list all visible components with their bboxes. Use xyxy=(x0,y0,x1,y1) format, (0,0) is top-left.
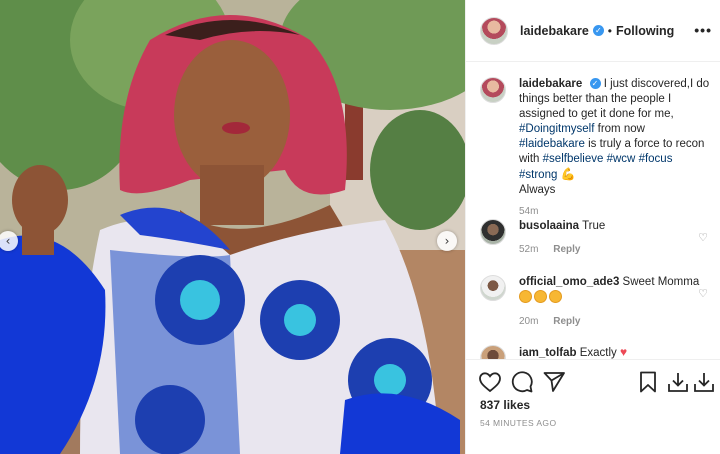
chevron-left-icon: ‹ xyxy=(5,234,11,248)
caption-text-4: Always xyxy=(519,184,556,196)
more-options-button[interactable]: ••• xyxy=(694,22,712,38)
caption-text-2: from now xyxy=(597,123,645,135)
comment-body: True xyxy=(582,220,606,232)
red-heart-emoji-icon: ♥ xyxy=(620,345,628,359)
next-photo-button[interactable]: › xyxy=(437,231,457,251)
flexed-biceps-emoji-icon: 💪 xyxy=(560,167,576,181)
comment-username[interactable]: busolaaina xyxy=(519,220,579,232)
header-separator: • xyxy=(607,23,612,38)
commenter-avatar[interactable] xyxy=(480,345,506,359)
comment-item: busolaaina True 52m Reply ♡ xyxy=(480,219,712,255)
hashtag-link[interactable]: #laidebakare xyxy=(519,138,585,150)
comment-item: official_omo_ade3 Sweet Momma 20m Reply … xyxy=(480,275,712,327)
post-sidebar: laidebakare ✓ • Following ••• laidebakar… xyxy=(465,0,720,454)
caption-time[interactable]: 54m xyxy=(519,206,538,217)
comment-body: Sweet Momma xyxy=(622,276,700,288)
following-button[interactable]: Following xyxy=(616,24,674,38)
caption-text: laidebakare ✓ I just discovered,I do thi… xyxy=(519,77,712,198)
author-username[interactable]: laidebakare xyxy=(520,24,589,38)
caption-avatar[interactable] xyxy=(480,77,506,103)
hashtag-link[interactable]: #selfbelieve xyxy=(543,153,604,165)
comment-meta: 20m Reply xyxy=(519,316,712,327)
verified-badge-icon: ✓ xyxy=(592,25,604,36)
heart-icon[interactable] xyxy=(478,370,502,394)
verified-badge-icon: ✓ xyxy=(589,78,601,89)
hashtag-link[interactable]: #wcw xyxy=(607,153,636,165)
hashtag-link[interactable]: #focus xyxy=(639,153,673,165)
likes-count[interactable]: 837 likes xyxy=(480,398,530,412)
author-avatar[interactable] xyxy=(480,16,508,45)
comment-username[interactable]: iam_tolfab xyxy=(519,347,577,359)
post-actions: 837 likes 54 MINUTES AGO xyxy=(466,359,720,454)
comment-icon[interactable] xyxy=(510,370,534,394)
post-photo-illustration xyxy=(0,0,465,454)
comment-body: Exactly xyxy=(579,347,617,359)
post-image[interactable]: ‹ › xyxy=(0,0,465,454)
comment-text: busolaaina True xyxy=(519,219,712,234)
reply-button[interactable]: Reply xyxy=(553,244,580,255)
comment-meta: 52m Reply xyxy=(519,244,712,255)
caption-meta: 54m xyxy=(519,206,712,217)
post-header: laidebakare ✓ • Following ••• xyxy=(466,0,720,62)
caption-username[interactable]: laidebakare xyxy=(519,78,582,90)
commenter-avatar[interactable] xyxy=(480,275,506,301)
bookmark-icon[interactable] xyxy=(636,370,660,394)
hashtag-link[interactable]: #strong xyxy=(519,169,557,181)
smiling-face-emoji-icon xyxy=(534,290,547,303)
comment-text: official_omo_ade3 Sweet Momma xyxy=(519,275,712,306)
like-comment-heart-icon[interactable]: ♡ xyxy=(698,287,708,300)
download-icon[interactable] xyxy=(666,370,690,394)
comments-list[interactable]: laidebakare ✓ I just discovered,I do thi… xyxy=(466,63,720,359)
reply-button[interactable]: Reply xyxy=(553,316,580,327)
comment-item: iam_tolfab Exactly ♥ ♡ xyxy=(480,345,712,359)
comment-time[interactable]: 20m xyxy=(519,316,538,327)
download-icon[interactable] xyxy=(692,370,716,394)
smiling-face-emoji-icon xyxy=(549,290,562,303)
caption: laidebakare ✓ I just discovered,I do thi… xyxy=(480,77,712,217)
commenter-avatar[interactable] xyxy=(480,219,506,245)
comment-text: iam_tolfab Exactly ♥ xyxy=(519,345,712,359)
post-timestamp[interactable]: 54 MINUTES AGO xyxy=(480,418,556,428)
chevron-right-icon: › xyxy=(444,234,450,248)
share-icon[interactable] xyxy=(542,370,566,394)
smiling-face-emoji-icon xyxy=(519,290,532,303)
hashtag-link[interactable]: #Doingitmyself xyxy=(519,123,594,135)
like-comment-heart-icon[interactable]: ♡ xyxy=(698,231,708,244)
comment-username[interactable]: official_omo_ade3 xyxy=(519,276,619,288)
comment-time[interactable]: 52m xyxy=(519,244,538,255)
